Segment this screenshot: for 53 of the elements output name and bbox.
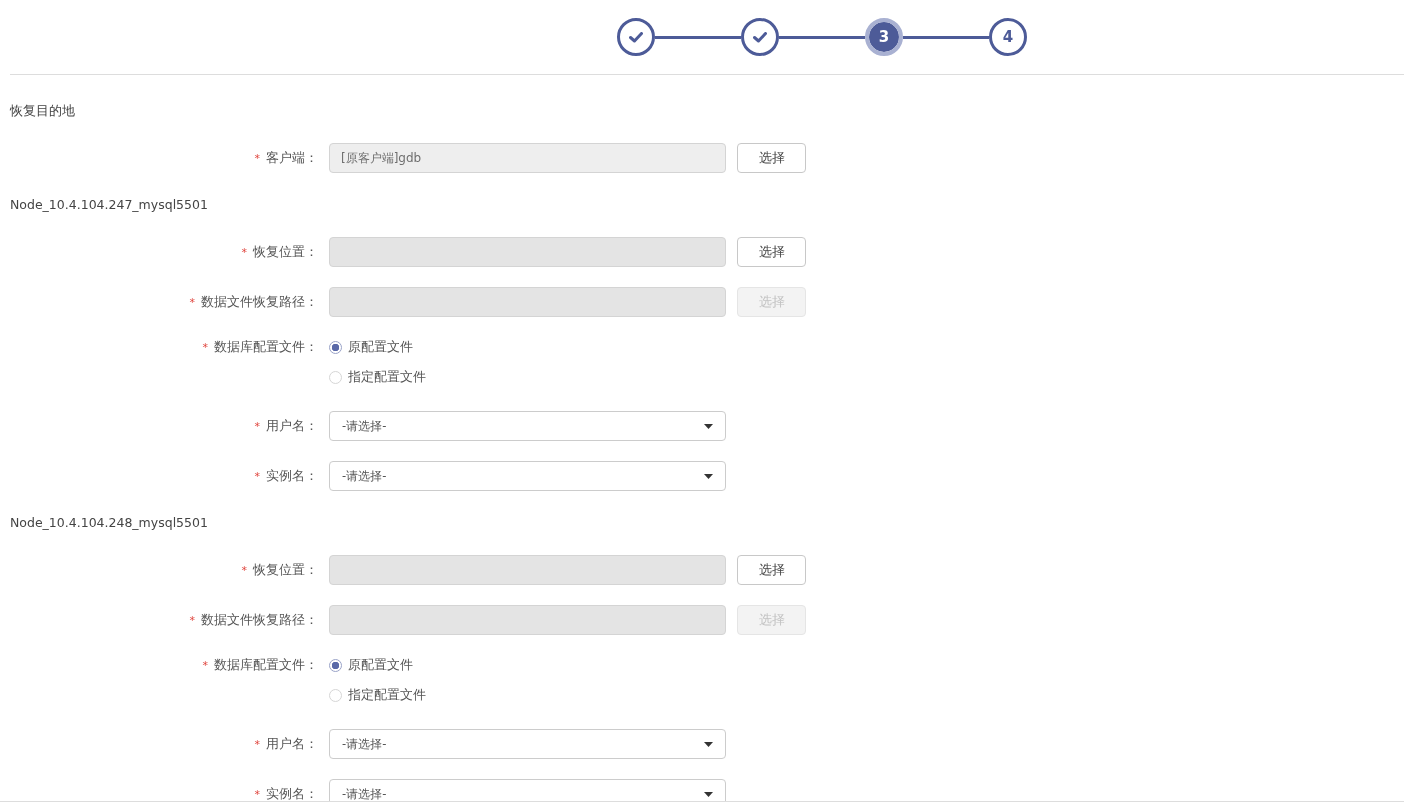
radio-button[interactable] [329,340,342,354]
required-mark: * [189,295,195,309]
step-indicator: 4 [989,18,1027,56]
required-mark: * [254,737,260,751]
required-mark: * [254,419,260,433]
field-label: 用户名： [266,417,318,435]
required-mark: * [254,469,260,483]
field-label: 恢复位置： [253,243,318,261]
caret-icon [704,791,713,797]
text-field[interactable] [329,287,726,317]
required-mark: * [254,787,260,801]
field-label: 实例名： [266,467,318,485]
required-mark: * [241,563,247,577]
text-field[interactable] [329,555,726,585]
radio-label[interactable]: 原配置文件 [348,656,413,674]
required-mark: * [202,658,208,672]
dropdown-field[interactable]: -请选择- [329,729,726,759]
required-mark: * [254,151,260,165]
dropdown-field[interactable]: -请选择- [329,461,726,491]
radio-button[interactable] [329,688,342,702]
text-field[interactable]: [原客户端]gdb [329,143,726,173]
field-label: 恢复位置： [253,561,318,579]
required-mark: * [202,340,208,354]
field-label: 数据库配置文件： [214,656,318,674]
radio-label[interactable]: 指定配置文件 [348,368,426,386]
radio-button[interactable] [329,658,342,672]
step-indicator: 3 [865,18,903,56]
section-title: Node_10.4.104.247_mysql5501 [10,197,209,213]
caret-icon [704,741,713,747]
select-button[interactable]: 选择 [737,237,806,267]
required-mark: * [189,613,195,627]
field-label: 客户端： [266,149,318,167]
field-label: 用户名： [266,735,318,753]
dropdown-field[interactable]: -请选择- [329,779,726,801]
field-label: 实例名： [266,785,318,801]
radio-label[interactable]: 原配置文件 [348,338,413,356]
check-icon [753,31,767,43]
radio-button[interactable] [329,370,342,384]
field-label: 数据库配置文件： [214,338,318,356]
section-title: 恢复目的地 [10,103,76,119]
check-icon [629,31,643,43]
radio-label[interactable]: 指定配置文件 [348,686,426,704]
required-mark: * [241,245,247,259]
field-label: 数据文件恢复路径： [201,293,318,311]
select-button[interactable]: 选择 [737,143,806,173]
select-button[interactable]: 选择 [737,555,806,585]
text-field[interactable] [329,605,726,635]
text-field[interactable] [329,237,726,267]
dropdown-field[interactable]: -请选择- [329,411,726,441]
caret-icon [704,423,713,429]
section-title: Node_10.4.104.248_mysql5501 [10,515,209,531]
field-label: 数据文件恢复路径： [201,611,318,629]
caret-icon [704,473,713,479]
